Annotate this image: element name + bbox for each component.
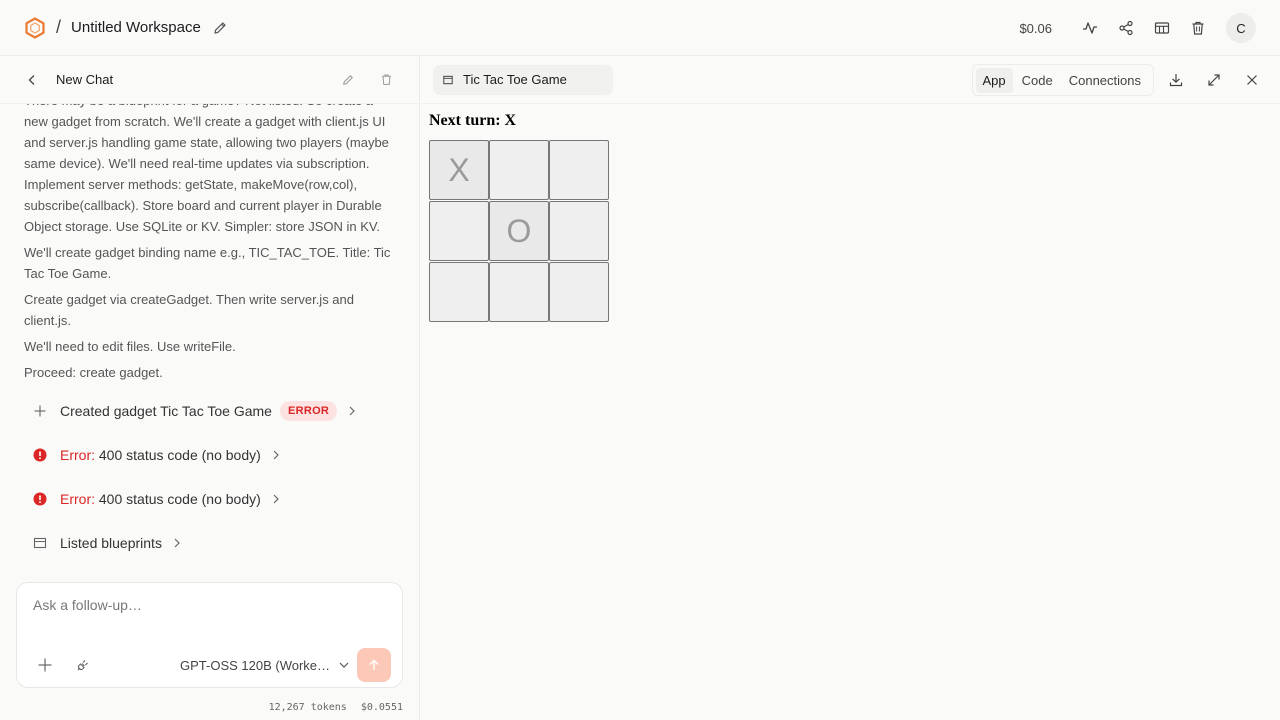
table-view-button[interactable] bbox=[1144, 10, 1180, 46]
board-cell[interactable] bbox=[429, 262, 489, 322]
error-message: 400 status code (no body) bbox=[98, 491, 261, 507]
pencil-icon bbox=[214, 21, 226, 34]
board-cell[interactable] bbox=[489, 262, 549, 322]
error-icon bbox=[32, 491, 48, 507]
expand-button[interactable] bbox=[1202, 68, 1226, 92]
chevron-right-icon[interactable] bbox=[170, 536, 184, 550]
board-cell[interactable] bbox=[549, 140, 609, 200]
chat-panel: New Chat There may be a blueprint for a … bbox=[0, 56, 420, 720]
error-message: 400 status code (no body) bbox=[98, 447, 261, 463]
tab-app[interactable]: App bbox=[975, 67, 1013, 93]
assistant-reasoning-text: Create gadget via createGadget. Then wri… bbox=[24, 292, 355, 328]
chat-title: New Chat bbox=[56, 72, 114, 87]
assistant-reasoning-text: We'll create gadget binding name e.g., T… bbox=[24, 245, 391, 281]
chat-header: New Chat bbox=[0, 56, 419, 104]
chevron-right-icon[interactable] bbox=[269, 448, 283, 462]
error-label: Error: bbox=[60, 491, 95, 507]
share-icon bbox=[1119, 20, 1133, 36]
tab-code[interactable]: Code bbox=[1015, 68, 1060, 93]
delete-workspace-button[interactable] bbox=[1180, 10, 1216, 46]
rename-chat-button[interactable] bbox=[335, 67, 361, 93]
workspace-title[interactable]: Untitled Workspace bbox=[71, 19, 201, 36]
share-button[interactable] bbox=[1108, 10, 1144, 46]
error-badge: ERROR bbox=[279, 401, 338, 421]
board-cell[interactable] bbox=[549, 262, 609, 322]
error-icon bbox=[32, 447, 48, 463]
chevron-right-icon[interactable] bbox=[345, 404, 359, 418]
app-preview: Next turn: X X O bbox=[421, 104, 1280, 720]
tool-call-created-gadget[interactable]: Created gadget Tic Tac Toe Game ERROR bbox=[24, 389, 395, 433]
usage-summary: 12,267 tokens $0.0551 bbox=[255, 702, 403, 713]
game-board: X O bbox=[429, 140, 1272, 322]
error-label: Error: bbox=[60, 447, 95, 463]
token-count: 12,267 tokens bbox=[268, 702, 347, 713]
connectors-button[interactable] bbox=[71, 653, 95, 677]
chevron-right-icon[interactable] bbox=[269, 492, 283, 506]
assistant-reasoning-text: There may be a blueprint for a game? Not… bbox=[24, 104, 389, 234]
back-button[interactable] bbox=[20, 68, 44, 92]
message-list[interactable]: There may be a blueprint for a game? Not… bbox=[0, 104, 419, 564]
board-cell[interactable]: O bbox=[489, 201, 549, 261]
arrow-up-icon bbox=[369, 659, 379, 670]
board-cell[interactable] bbox=[489, 140, 549, 200]
preview-header: Tic Tac Toe Game App Code Connections bbox=[421, 56, 1280, 104]
close-preview-button[interactable] bbox=[1240, 68, 1264, 92]
trash-icon bbox=[381, 74, 391, 85]
edit-title-button[interactable] bbox=[211, 19, 229, 37]
top-actions: $0.06 C bbox=[1019, 0, 1256, 56]
pencil-icon bbox=[343, 74, 353, 85]
plug-icon bbox=[77, 660, 88, 671]
assistant-reasoning-text: We'll need to edit files. Use writeFile. bbox=[24, 339, 236, 354]
expand-icon bbox=[1208, 74, 1220, 86]
activity-button[interactable] bbox=[1072, 10, 1108, 46]
follow-up-input[interactable] bbox=[33, 597, 383, 613]
model-selector[interactable]: GPT-OSS 120B (Worke… bbox=[180, 653, 350, 677]
chevron-left-icon bbox=[28, 74, 35, 85]
tab-connections[interactable]: Connections bbox=[1062, 68, 1148, 93]
delete-chat-button[interactable] bbox=[373, 67, 399, 93]
chevron-down-icon bbox=[339, 662, 349, 668]
activity-icon bbox=[1083, 22, 1097, 34]
breadcrumb-separator: / bbox=[56, 17, 62, 37]
workspace-cost: $0.06 bbox=[1019, 20, 1052, 36]
composer: GPT-OSS 120B (Worke… bbox=[16, 582, 403, 688]
error-row[interactable]: Error: 400 status code (no body) bbox=[24, 477, 395, 521]
preview-panel: Tic Tac Toe Game App Code Connections Ne… bbox=[421, 56, 1280, 720]
tool-call-label: Created gadget Tic Tac Toe Game bbox=[60, 403, 272, 419]
table-icon bbox=[1154, 22, 1170, 34]
close-icon bbox=[1247, 75, 1257, 85]
user-avatar[interactable]: C bbox=[1226, 13, 1256, 43]
gadget-tab[interactable]: Tic Tac Toe Game bbox=[433, 64, 613, 95]
model-name: GPT-OSS 120B (Worke… bbox=[180, 657, 331, 673]
top-bar: / Untitled Workspace $0.06 C bbox=[0, 0, 1280, 56]
plus-icon bbox=[38, 658, 52, 672]
board-cell[interactable]: X bbox=[429, 140, 489, 200]
error-row[interactable]: Error: 400 status code (no body) bbox=[24, 433, 395, 477]
turn-indicator: Next turn: X bbox=[429, 112, 517, 129]
attach-button[interactable] bbox=[33, 653, 57, 677]
gadget-tab-label: Tic Tac Toe Game bbox=[463, 72, 567, 87]
blueprint-icon bbox=[32, 535, 48, 551]
assistant-reasoning-text: Proceed: create gadget. bbox=[24, 365, 163, 380]
trash-icon bbox=[1192, 21, 1204, 35]
board-cell[interactable] bbox=[429, 201, 489, 261]
send-button[interactable] bbox=[357, 648, 391, 682]
usage-cost: $0.0551 bbox=[360, 702, 403, 713]
window-icon bbox=[443, 74, 455, 86]
download-icon bbox=[1169, 74, 1183, 87]
download-button[interactable] bbox=[1164, 68, 1188, 92]
board-cell[interactable] bbox=[549, 201, 609, 261]
view-mode-switcher: App Code Connections bbox=[971, 64, 1154, 96]
plus-icon bbox=[32, 403, 48, 419]
logo-icon[interactable] bbox=[24, 16, 46, 39]
tool-call-listed-blueprints[interactable]: Listed blueprints bbox=[24, 521, 395, 564]
tool-call-label: Listed blueprints bbox=[60, 535, 162, 551]
